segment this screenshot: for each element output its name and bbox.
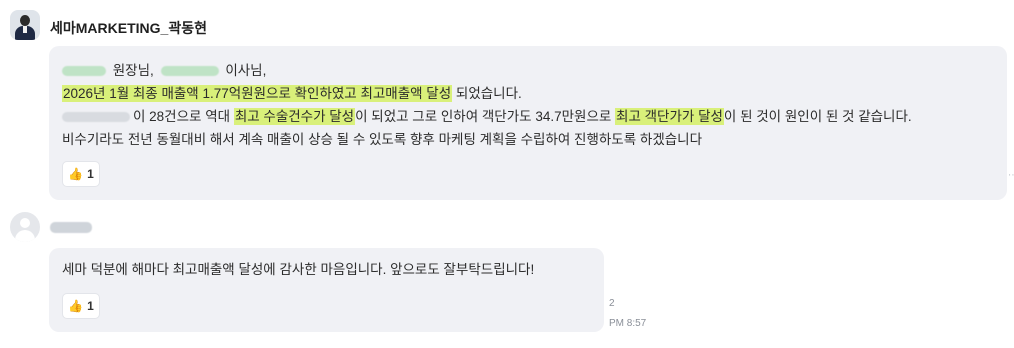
redacted-name	[62, 66, 106, 77]
unread-count: 2	[609, 298, 615, 309]
message-text: 세마 덕분에 해마다 최고매출액 달성에 감사한 마음입니다. 앞으로도 잘부탁…	[62, 262, 535, 277]
surgery-part-3: 이 된 것이 원인이 된 것 같습니다.	[723, 109, 912, 124]
avatar-collar	[23, 26, 27, 33]
thumbs-up-icon: 👍	[68, 299, 84, 313]
avatar-head	[20, 218, 30, 228]
plan-line: 비수기라도 전년 동월대비 해서 계속 매출이 상승 될 수 있도록 향후 마케…	[62, 132, 703, 147]
greeting-suffix-2: 이사님,	[225, 63, 267, 78]
message-text: 원장님, 이사님, 2026년 1월 최종 매출액 1.77억원원으로 확인하였…	[62, 59, 912, 151]
surgery-line: 이 28건으로 역대 최고 수술건수가 달성이 되었고 그로 인하여 객단가도 …	[62, 105, 912, 128]
redacted-name	[50, 222, 92, 234]
highlight-revenue: 2026년 1월 최종 매출액 1.77억원원으로 확인하였고 최고매출액 달성	[62, 85, 453, 102]
message-bubble[interactable]: 원장님, 이사님, 2026년 1월 최종 매출액 1.77억원원으로 확인하였…	[49, 46, 1007, 200]
avatar-body	[15, 230, 35, 242]
highlight-unit-price: 최고 객단가가 달성	[615, 108, 724, 125]
scroll-indicator: ⋯	[1008, 170, 1014, 181]
redacted-name	[160, 66, 219, 77]
avatar-head	[20, 15, 30, 26]
revenue-rest: 되었습니다.	[455, 86, 522, 101]
sender-name-redacted[interactable]	[50, 219, 95, 234]
greeting-suffix-1: 원장님,	[112, 63, 154, 78]
reaction-button[interactable]: 👍 1	[62, 161, 100, 187]
thumbs-up-icon: 👍	[68, 167, 84, 181]
sender-name[interactable]: 세마MARKETING_곽동현	[50, 18, 207, 38]
reaction-count: 1	[87, 167, 94, 181]
message-bubble[interactable]: 세마 덕분에 해마다 최고매출액 달성에 감사한 마음입니다. 앞으로도 잘부탁…	[49, 248, 604, 332]
reaction-count: 1	[87, 299, 94, 313]
revenue-line: 2026년 1월 최종 매출액 1.77억원원으로 확인하였고 최고매출액 달성…	[62, 82, 912, 105]
greeting-line: 원장님, 이사님,	[62, 59, 912, 82]
reaction-button[interactable]: 👍 1	[62, 293, 100, 319]
surgery-part-1: 이 28건으로 역대	[133, 109, 231, 124]
highlight-surgery: 최고 수술건수가 달성	[233, 108, 356, 125]
message-time: PM 8:57	[609, 318, 647, 329]
sender-avatar[interactable]	[10, 10, 40, 40]
sender-avatar-default[interactable]	[10, 212, 40, 242]
surgery-part-2: 이 되었고 그로 인하여 객단가도 34.7만원으로	[355, 109, 612, 124]
redacted-text	[62, 112, 130, 123]
